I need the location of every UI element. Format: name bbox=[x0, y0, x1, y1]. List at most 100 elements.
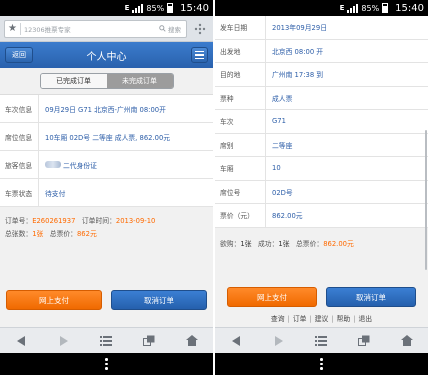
row-label: 旅客信息 bbox=[5, 161, 33, 170]
bookmarks-list-icon[interactable] bbox=[311, 332, 331, 350]
row-label: 票种 bbox=[220, 94, 234, 103]
row-value: 10车厢 02D号 二等座 成人票, 862.00元 bbox=[38, 123, 213, 150]
browser-toolbar bbox=[215, 327, 428, 353]
footer-links: 查询 | 订单 | 建议 | 帮助 | 退出 bbox=[270, 315, 373, 323]
url-text: 12306推票专家 bbox=[23, 25, 71, 34]
bookmark-star-icon[interactable]: ★ bbox=[8, 23, 17, 34]
row-value: 待支付 bbox=[38, 179, 213, 206]
request-label: 欲购： bbox=[220, 239, 241, 248]
total-count-label: 总张数： bbox=[5, 230, 33, 238]
tab-pending-orders[interactable]: 未完成订单 bbox=[106, 74, 173, 88]
scrollbar[interactable] bbox=[425, 130, 427, 270]
id-type: 二代身份证 bbox=[63, 161, 97, 170]
total-label: 总票价： bbox=[296, 239, 324, 248]
total-price: 862元 bbox=[76, 230, 97, 238]
row-value: 二等座 bbox=[265, 133, 428, 156]
row-destination: 目的地 广州南 17:38 到 bbox=[215, 63, 428, 87]
status-bar: E 85% 15:40 bbox=[215, 0, 428, 16]
url-field[interactable]: ★ 12306推票专家 搜索 bbox=[4, 19, 187, 38]
ticket-detail-list: 发车日期 2013年09月29日 出发地 北京西 08:00 开 目的地 广州南… bbox=[215, 16, 428, 228]
row-label: 发车日期 bbox=[220, 24, 248, 33]
screen-personal-center: E 85% 15:40 ★ 12306推票专家 搜索 返回 个人中心 已完成订单… bbox=[0, 0, 213, 375]
bookmarks-list-icon[interactable] bbox=[96, 332, 116, 350]
link-help[interactable]: 帮助 bbox=[337, 315, 351, 323]
link-feedback[interactable]: 建议 bbox=[315, 315, 329, 323]
search-label: 搜索 bbox=[168, 25, 181, 34]
battery-icon bbox=[167, 3, 174, 13]
android-nav-bar bbox=[215, 353, 428, 375]
divider bbox=[19, 22, 21, 35]
signal-icon bbox=[132, 3, 144, 13]
home-icon[interactable] bbox=[182, 332, 202, 350]
row-ticket-type: 票种 成人票 bbox=[215, 86, 428, 110]
network-type: E bbox=[124, 4, 130, 12]
row-train-number: 车次 G71 bbox=[215, 110, 428, 134]
order-no-label: 订单号： bbox=[5, 217, 33, 225]
signal-icon bbox=[347, 3, 359, 13]
tabs-icon[interactable] bbox=[139, 332, 159, 350]
row-label: 车次 bbox=[220, 118, 234, 127]
row-label: 席位号 bbox=[220, 188, 241, 197]
row-label: 车厢 bbox=[220, 165, 234, 174]
pay-online-button[interactable]: 网上支付 bbox=[227, 287, 317, 307]
browser-address-bar: ★ 12306推票专家 搜索 bbox=[0, 16, 213, 42]
row-seat-class: 席别 二等座 bbox=[215, 133, 428, 157]
browser-menu-icon[interactable] bbox=[191, 20, 209, 38]
total-price-label: 总票价： bbox=[49, 230, 77, 238]
row-seat-info: 席位信息 10车厢 02D号 二等座 成人票, 862.00元 bbox=[0, 123, 213, 151]
row-label: 车票状态 bbox=[5, 189, 33, 198]
row-value: 北京西 08:00 开 bbox=[265, 39, 428, 62]
row-origin: 出发地 北京西 08:00 开 bbox=[215, 39, 428, 63]
row-passenger-info: 旅客信息 二代身份证 bbox=[0, 151, 213, 179]
back-button[interactable]: 返回 bbox=[5, 47, 33, 63]
row-value: 2013年09月29日 bbox=[265, 16, 428, 39]
search-area[interactable]: 搜索 bbox=[159, 24, 181, 34]
row-label: 席位信息 bbox=[5, 133, 33, 142]
row-value: 10 bbox=[265, 157, 428, 180]
battery-icon bbox=[382, 3, 389, 13]
forward-arrow-icon[interactable] bbox=[54, 332, 74, 350]
status-bar: E 85% 15:40 bbox=[0, 0, 213, 16]
action-buttons: 网上支付 取消订单 bbox=[215, 287, 428, 307]
link-orders[interactable]: 订单 bbox=[293, 315, 307, 323]
total-count: 1张 bbox=[32, 230, 44, 238]
android-nav-bar bbox=[0, 353, 213, 375]
row-value: 09月29日 G71 北京西-广州南 08:00开 bbox=[38, 95, 213, 122]
home-icon[interactable] bbox=[397, 332, 417, 350]
row-label: 出发地 bbox=[220, 47, 241, 56]
row-ticket-status: 车票状态 待支付 bbox=[0, 179, 213, 207]
order-tabs: 已完成订单 未完成订单 bbox=[0, 68, 213, 95]
row-train-info: 车次信息 09月29日 G71 北京西-广州南 08:00开 bbox=[0, 95, 213, 123]
row-value: 成人票 bbox=[265, 86, 428, 109]
row-value: 862.00元 bbox=[265, 204, 428, 227]
cancel-order-button[interactable]: 取消订单 bbox=[111, 290, 207, 310]
cancel-order-button[interactable]: 取消订单 bbox=[326, 287, 416, 307]
row-value: 02D号 bbox=[265, 180, 428, 203]
row-ticket-price: 票价（元） 862.00元 bbox=[215, 204, 428, 228]
overflow-menu-icon[interactable] bbox=[320, 358, 323, 370]
search-icon bbox=[159, 25, 166, 32]
link-query[interactable]: 查询 bbox=[271, 315, 285, 323]
browser-toolbar bbox=[0, 327, 213, 353]
menu-list-icon[interactable] bbox=[191, 47, 208, 63]
row-value: G71 bbox=[265, 110, 428, 133]
pay-online-button[interactable]: 网上支付 bbox=[6, 290, 102, 310]
battery-percent: 85% bbox=[361, 3, 380, 13]
overflow-menu-icon[interactable] bbox=[105, 358, 108, 370]
forward-arrow-icon[interactable] bbox=[269, 332, 289, 350]
back-arrow-icon[interactable] bbox=[11, 332, 31, 350]
tabs-icon[interactable] bbox=[354, 332, 374, 350]
row-value: 二代身份证 bbox=[38, 151, 213, 178]
link-logout[interactable]: 退出 bbox=[358, 315, 372, 323]
row-carriage: 车厢 10 bbox=[215, 157, 428, 181]
success-count: 1张 bbox=[278, 239, 290, 248]
order-summary: 订单号：E260261937 订单时间：2013-09-10 总张数：1张 总票… bbox=[0, 207, 213, 241]
battery-percent: 85% bbox=[146, 3, 165, 13]
back-arrow-icon[interactable] bbox=[226, 332, 246, 350]
clock: 15:40 bbox=[395, 2, 424, 14]
action-area: 网上支付 取消订单 查询 | 订单 | 建议 | 帮助 | 退出 bbox=[215, 287, 428, 323]
page-header: 返回 个人中心 bbox=[0, 42, 213, 68]
tab-completed-orders[interactable]: 已完成订单 bbox=[40, 74, 107, 88]
order-time: 2013-09-10 bbox=[115, 217, 156, 225]
success-label: 成功： bbox=[258, 239, 279, 248]
